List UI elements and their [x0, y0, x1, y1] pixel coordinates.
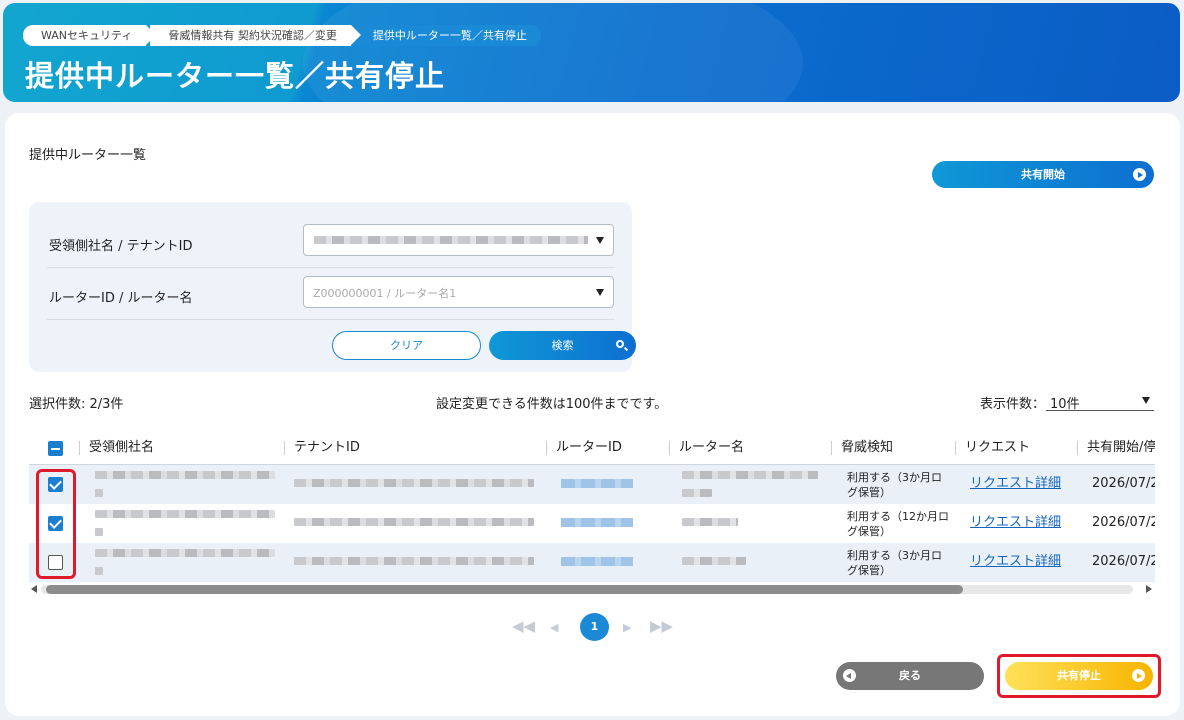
last-page-icon[interactable]: ▶▶	[650, 617, 673, 635]
dropdown-arrow-icon	[596, 237, 604, 244]
play-circle-icon	[1133, 168, 1146, 181]
table-row: 利用する（3か月ログ保管） リクエスト詳細 2026/07/29	[29, 543, 1155, 582]
column-header-tenant-id[interactable]: テナントID	[284, 431, 360, 465]
back-button[interactable]: 戻る	[836, 662, 984, 690]
column-header-router-id[interactable]: ルーターID	[546, 431, 622, 465]
search-icon	[616, 340, 624, 348]
search-label: 検索	[551, 339, 574, 352]
per-page-value: 10件	[1050, 397, 1080, 412]
redacted-router-name	[682, 518, 738, 526]
page-1-button[interactable]: 1	[580, 613, 609, 641]
table-row: 利用する（3か月ログ保管） リクエスト詳細 2026/07/29	[29, 465, 1155, 504]
selected-count: 選択件数: 2/3件	[29, 397, 124, 412]
section-label: 提供中ルーター一覧	[29, 148, 147, 163]
redacted-router-name	[682, 471, 818, 479]
redacted-company	[95, 549, 275, 557]
router-table: 受領側社名 テナントID ルーターID ルーター名 脅威検知 リクエスト 共有開…	[29, 431, 1155, 583]
back-circle-icon	[843, 669, 856, 682]
back-label: 戻る	[899, 669, 921, 682]
company-filter-label: 受領側社名 / テナントID	[49, 239, 193, 254]
breadcrumb-item-wan-security[interactable]: WANセキュリティ	[23, 25, 157, 46]
breadcrumb: WANセキュリティ 脅威情報共有 契約状況確認／変更 提供中ルーター一覧／共有停…	[23, 25, 545, 46]
filter-panel: 受領側社名 / テナントID ルーターID / ルーター名 Z000000001…	[29, 202, 636, 372]
redacted-tenant-id	[294, 557, 534, 565]
column-header-company[interactable]: 受領側社名	[79, 431, 154, 465]
request-detail-link[interactable]: リクエスト詳細	[970, 554, 1061, 569]
request-detail-link[interactable]: リクエスト詳細	[970, 476, 1061, 491]
scroll-left-icon[interactable]	[31, 585, 37, 593]
column-header-router-name[interactable]: ルーター名	[669, 431, 744, 465]
dropdown-arrow-icon	[596, 289, 604, 296]
page-title: 提供中ルーター一覧／共有停止	[25, 59, 446, 93]
threat-detection: 利用する（3か月ログ保管）	[847, 549, 942, 577]
search-button[interactable]: 検索	[489, 331, 636, 360]
per-page-select[interactable]: 10件	[1046, 389, 1154, 412]
share-stop-highlight-box	[997, 654, 1161, 698]
table-header: 受領側社名 テナントID ルーターID ルーター名 脅威検知 リクエスト 共有開…	[29, 431, 1155, 465]
column-header-threat[interactable]: 脅威検知	[831, 431, 893, 465]
table-row: 利用する（12か月ログ保管） リクエスト詳細 2026/07/29	[29, 504, 1155, 543]
company-select[interactable]	[303, 224, 614, 256]
first-page-icon[interactable]: ◀◀	[512, 617, 535, 635]
per-page-label: 表示件数：	[980, 397, 1046, 412]
share-start-button[interactable]: 共有開始	[932, 161, 1154, 188]
breadcrumb-item-current: 提供中ルーター一覧／共有停止	[354, 25, 541, 46]
pagination: ◀◀ ◀ 1 ▶ ▶▶	[510, 613, 673, 641]
redacted-router-id[interactable]	[561, 557, 633, 566]
redacted-router-name	[682, 557, 746, 565]
share-date: 2026/07/29	[1092, 476, 1155, 491]
scroll-thumb[interactable]	[46, 585, 963, 594]
column-header-share-date[interactable]: 共有開始/停	[1077, 431, 1155, 465]
horizontal-scrollbar[interactable]	[29, 583, 1154, 596]
prev-page-icon[interactable]: ◀	[550, 621, 558, 634]
request-detail-link[interactable]: リクエスト詳細	[970, 515, 1061, 530]
page-header: WANセキュリティ 脅威情報共有 契約状況確認／変更 提供中ルーター一覧／共有停…	[3, 3, 1180, 102]
checkbox-highlight-box	[36, 469, 76, 579]
redacted-company	[95, 510, 275, 518]
redacted-company	[95, 471, 275, 479]
threat-detection: 利用する（12か月ログ保管）	[847, 510, 949, 538]
column-header-request[interactable]: リクエスト	[955, 431, 1030, 465]
limit-notice: 設定変更できる件数は100件までです。	[436, 397, 668, 412]
redacted-value	[314, 236, 588, 244]
threat-detection: 利用する（3か月ログ保管）	[847, 471, 942, 499]
clear-button[interactable]: クリア	[332, 331, 481, 360]
filter-row-router: ルーターID / ルーター名 Z000000001 / ルーター名1	[47, 276, 615, 320]
share-date: 2026/07/29	[1092, 515, 1155, 530]
scroll-right-icon[interactable]	[1146, 585, 1152, 593]
router-select[interactable]: Z000000001 / ルーター名1	[303, 276, 614, 308]
share-start-label: 共有開始	[1021, 168, 1065, 181]
redacted-router-id[interactable]	[561, 518, 633, 527]
router-select-placeholder: Z000000001 / ルーター名1	[313, 287, 457, 300]
dropdown-arrow-icon	[1142, 397, 1150, 404]
share-date: 2026/07/29	[1092, 554, 1155, 569]
filter-row-company: 受領側社名 / テナントID	[47, 224, 615, 268]
router-filter-label: ルーターID / ルーター名	[49, 291, 193, 306]
breadcrumb-item-contract[interactable]: 脅威情報共有 契約状況確認／変更	[150, 25, 361, 46]
redacted-tenant-id	[294, 479, 534, 487]
redacted-tenant-id	[294, 518, 534, 526]
next-page-icon[interactable]: ▶	[623, 621, 631, 634]
select-all-checkbox[interactable]	[48, 441, 63, 456]
redacted-router-id[interactable]	[561, 479, 633, 488]
